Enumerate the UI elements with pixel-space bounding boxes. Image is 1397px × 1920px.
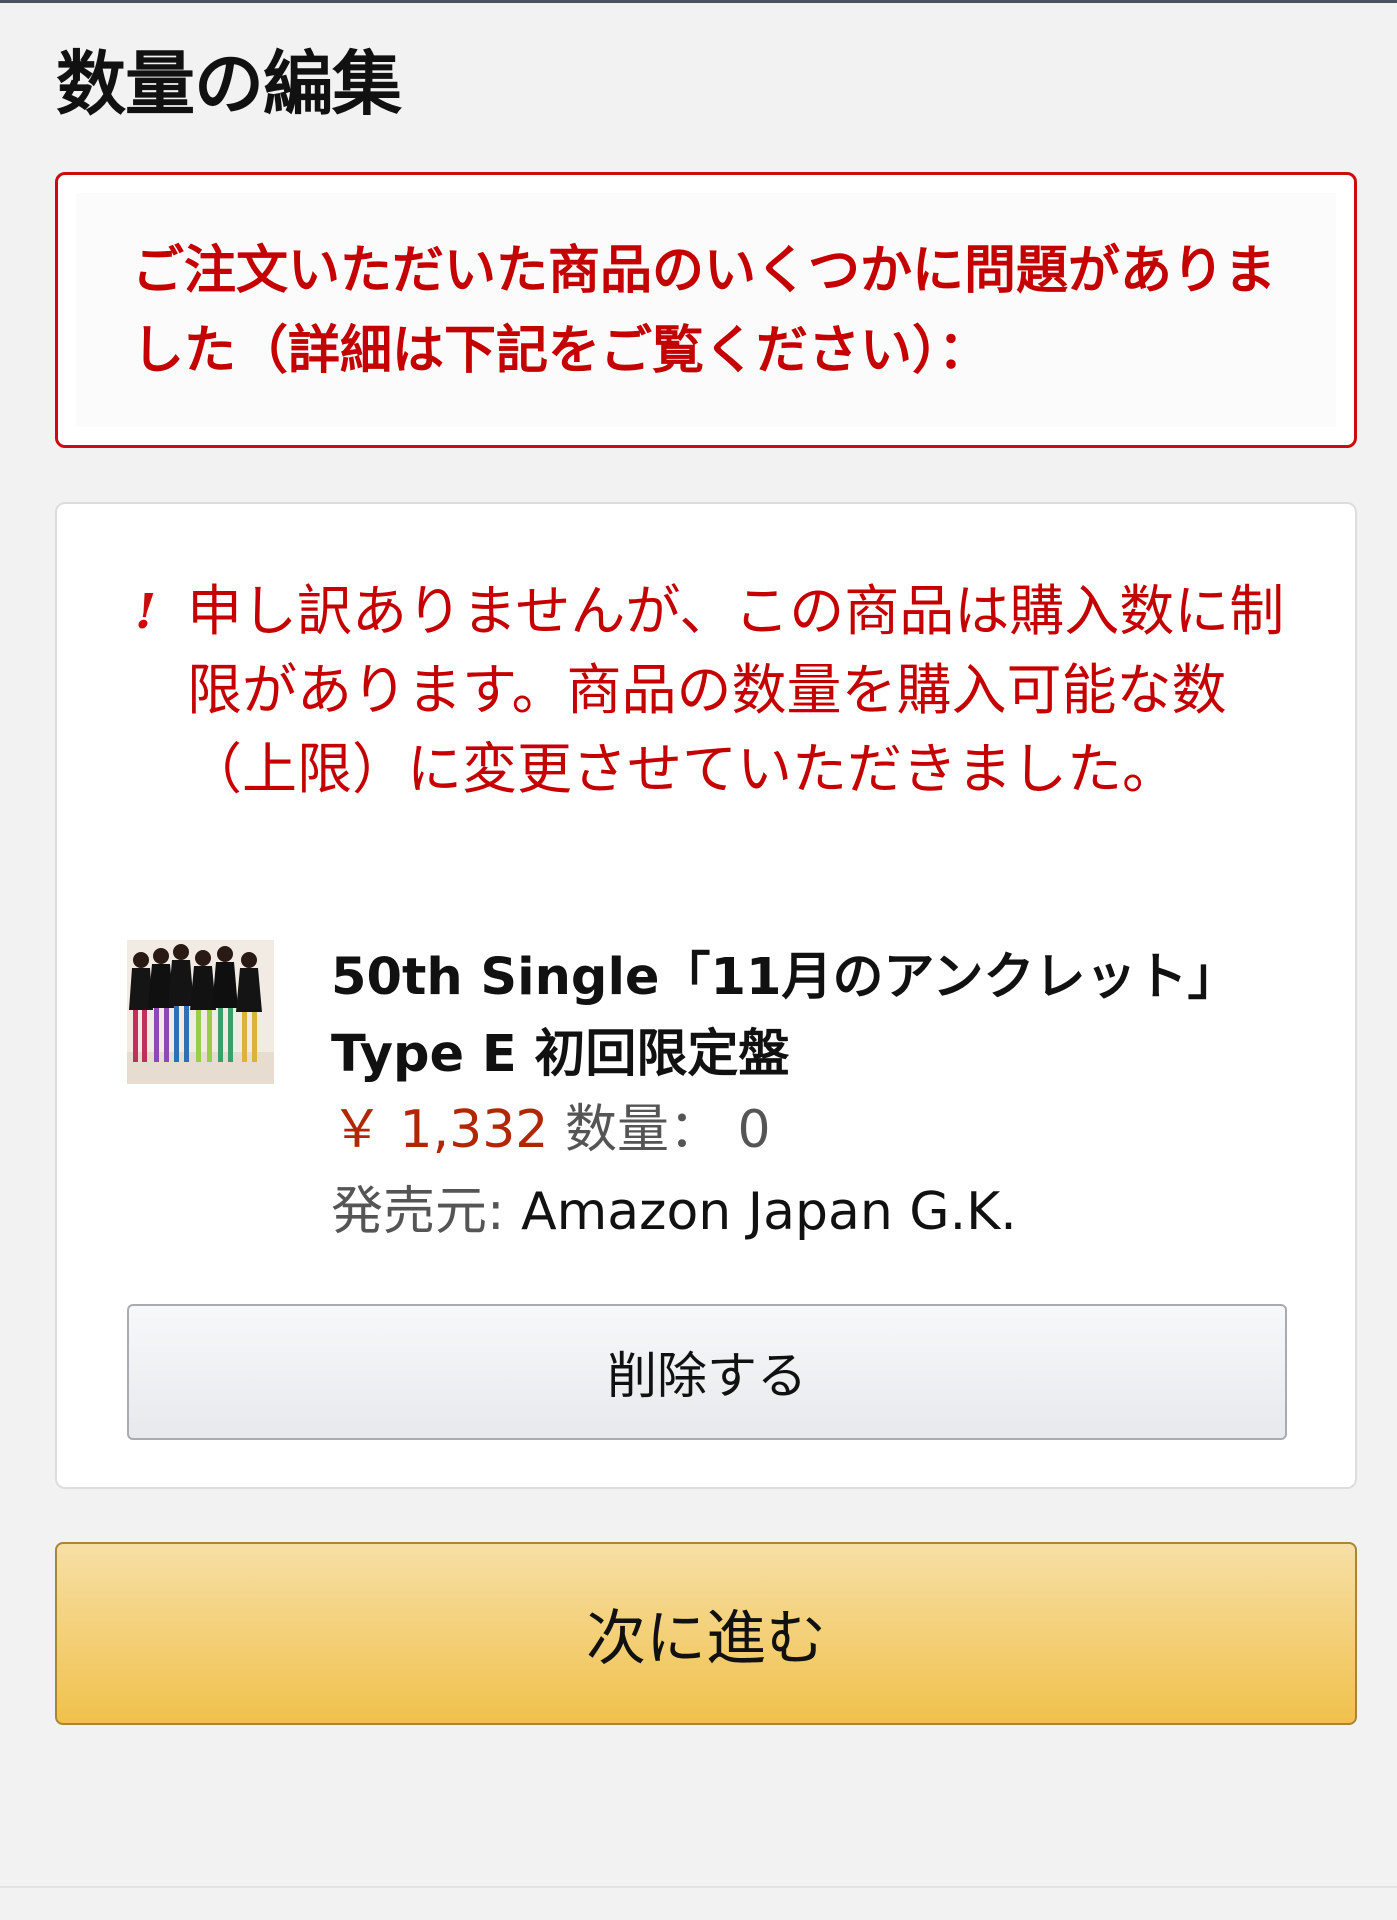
seller-name: Amazon Japan G.K. (521, 1182, 1017, 1242)
bottom-divider (0, 1886, 1397, 1888)
quantity-value: 0 (737, 1100, 771, 1160)
product-title[interactable]: 50th Single「11月のアンクレット」Type E 初回限定盤 (331, 939, 1331, 1093)
delete-button-label: 削除する (607, 1347, 807, 1405)
quantity-label: 数量： (564, 1100, 721, 1160)
page-title: 数量の編集 (56, 43, 402, 125)
quantity-limit-message: 申し訳ありませんが、この商品は購入数に制限があります。商品の数量を購入可能な数（… (187, 579, 1285, 801)
error-alert-message: ご注文いただいた商品のいくつかに問題がありました（詳細は下記をご覧ください）： (132, 241, 1277, 381)
seller-label: 発売元: (331, 1182, 505, 1242)
next-button-label: 次に進む (586, 1604, 826, 1674)
top-divider (0, 0, 1397, 3)
delete-button[interactable]: 削除する (127, 1304, 1287, 1440)
next-button[interactable]: 次に進む (55, 1542, 1357, 1725)
seller-line: 発売元: Amazon Japan G.K. (331, 1176, 1017, 1248)
product-price: ￥ 1,332 (331, 1100, 549, 1160)
album-cover-thumbnail[interactable] (127, 940, 274, 1084)
item-card: ! 申し訳ありませんが、この商品は購入数に制限があります。商品の数量を購入可能な… (55, 502, 1357, 1489)
error-alert-inner: ご注文いただいた商品のいくつかに問題がありました（詳細は下記をご覧ください）： (76, 193, 1336, 427)
warning-icon: ! (135, 584, 157, 640)
error-alert-box: ご注文いただいた商品のいくつかに問題がありました（詳細は下記をご覧ください）： (55, 172, 1357, 448)
album-cover-image (127, 940, 274, 1084)
price-quantity-line: ￥ 1,332 数量： 0 (331, 1094, 771, 1166)
